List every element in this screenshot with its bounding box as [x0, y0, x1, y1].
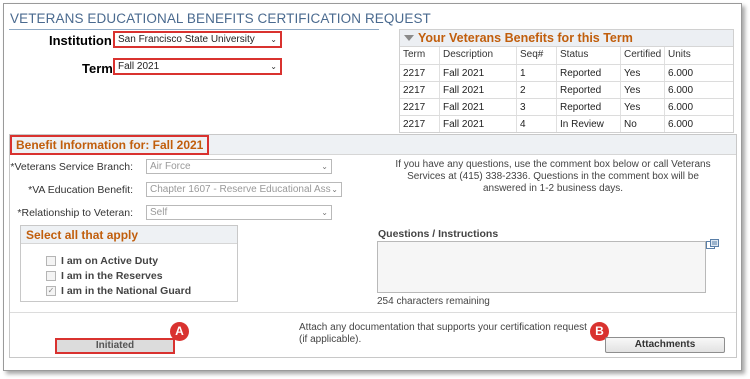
checkbox-row-active-duty[interactable]: I am on Active Duty: [46, 255, 158, 267]
cell-term: 2217: [403, 85, 426, 96]
attach-note: Attach any documentation that supports y…: [299, 322, 587, 345]
chevron-down-icon: ⌄: [270, 62, 277, 71]
column-header-description: Description: [443, 49, 494, 60]
checkbox-active-duty[interactable]: [46, 256, 56, 266]
select-all-header: Select all that apply: [21, 226, 237, 244]
questions-label: Questions / Instructions: [378, 228, 499, 240]
select-all-title: Select all that apply: [26, 228, 139, 242]
cell-certified: Yes: [624, 102, 641, 113]
cell-term: 2217: [403, 102, 426, 113]
chevron-down-icon: ⌄: [321, 208, 328, 217]
term-value: Fall 2021: [118, 61, 160, 72]
benefit-information-header: Benefit Information for: Fall 2021: [10, 135, 210, 155]
title-divider: [9, 29, 379, 30]
service-branch-select[interactable]: Air Force ⌄: [146, 159, 332, 174]
relationship-select[interactable]: Self ⌄: [146, 205, 332, 220]
checkbox-label: I am in the National Guard: [61, 285, 192, 297]
grid-title: Your Veterans Benefits for this Term: [418, 31, 633, 45]
page-title: VETERANS EDUCATIONAL BENEFITS CERTIFICAT…: [10, 11, 431, 26]
select-all-box: Select all that apply I am on Active Dut…: [20, 225, 238, 302]
expand-textarea-icon[interactable]: [706, 239, 719, 250]
table-row: 2217 Fall 2021 1 Reported Yes 6.000: [400, 64, 733, 81]
column-header-certified: Certified: [624, 49, 662, 60]
cell-seq: 3: [520, 102, 526, 113]
term-label: Term: [82, 61, 113, 76]
column-header-units: Units: [668, 49, 691, 60]
callout-a: A: [170, 322, 189, 341]
cell-description: Fall 2021: [443, 119, 485, 130]
checkbox-label: I am on Active Duty: [61, 255, 159, 267]
characters-remaining: 254 characters remaining: [377, 296, 490, 307]
table-row: 2217 Fall 2021 4 In Review No 6.000: [400, 115, 733, 132]
chevron-down-icon: ⌄: [270, 35, 277, 44]
cell-term: 2217: [403, 119, 426, 130]
cell-status: Reported: [560, 102, 602, 113]
collapse-triangle-icon[interactable]: [404, 35, 414, 41]
column-header-seq: Seq#: [520, 49, 544, 60]
service-branch-label: *Veterans Service Branch:: [10, 161, 133, 173]
institution-select[interactable]: San Francisco State University ⌄: [113, 31, 282, 48]
cell-status: Reported: [560, 68, 602, 79]
chevron-down-icon: ⌄: [331, 185, 338, 194]
contact-info-text: If you have any questions, use the comme…: [395, 159, 711, 194]
education-benefit-value: Chapter 1607 - Reserve Educational Assi: [150, 184, 332, 195]
education-benefit-label: *VA Education Benefit:: [28, 184, 133, 196]
service-branch-value: Air Force: [150, 161, 191, 172]
table-row: 2217 Fall 2021 2 Reported Yes 6.000: [400, 81, 733, 98]
cell-status: In Review: [560, 119, 604, 130]
education-benefit-select[interactable]: Chapter 1607 - Reserve Educational Assi …: [146, 182, 342, 197]
cell-certified: Yes: [624, 85, 641, 96]
chevron-down-icon: ⌄: [321, 162, 328, 171]
institution-value: San Francisco State University: [118, 34, 255, 45]
cell-units: 6.000: [668, 68, 694, 79]
term-select[interactable]: Fall 2021 ⌄: [113, 58, 282, 75]
footer-divider: [10, 312, 736, 313]
institution-label: Institution: [49, 33, 112, 48]
cell-description: Fall 2021: [443, 68, 485, 79]
cell-status: Reported: [560, 85, 602, 96]
cell-description: Fall 2021: [443, 85, 485, 96]
status-initiated-button[interactable]: Initiated: [55, 338, 175, 354]
checkbox-label: I am in the Reserves: [61, 270, 163, 282]
page-frame: VETERANS EDUCATIONAL BENEFITS CERTIFICAT…: [3, 3, 742, 371]
cell-description: Fall 2021: [443, 102, 485, 113]
cell-seq: 2: [520, 85, 526, 96]
column-header-status: Status: [560, 49, 589, 60]
relationship-value: Self: [150, 207, 168, 218]
questions-textarea[interactable]: [377, 241, 706, 293]
cell-certified: Yes: [624, 68, 641, 79]
attachments-button[interactable]: Attachments: [605, 337, 725, 353]
checkbox-national-guard[interactable]: ✓: [46, 286, 56, 296]
grid-header: Your Veterans Benefits for this Term: [400, 30, 733, 47]
checkbox-row-reserves[interactable]: I am in the Reserves: [46, 270, 163, 282]
column-header-term: Term: [403, 49, 426, 60]
veterans-benefits-grid: Your Veterans Benefits for this Term Ter…: [399, 29, 734, 133]
checkbox-row-national-guard[interactable]: ✓ I am in the National Guard: [46, 285, 191, 297]
table-row: 2217 Fall 2021 3 Reported Yes 6.000: [400, 98, 733, 115]
checkbox-reserves[interactable]: [46, 271, 56, 281]
cell-seq: 4: [520, 119, 526, 130]
cell-certified: No: [624, 119, 637, 130]
cell-seq: 1: [520, 68, 526, 79]
cell-units: 6.000: [668, 102, 694, 113]
cell-term: 2217: [403, 68, 426, 79]
cell-units: 6.000: [668, 85, 694, 96]
relationship-label: *Relationship to Veteran:: [17, 207, 133, 219]
cell-units: 6.000: [668, 119, 694, 130]
